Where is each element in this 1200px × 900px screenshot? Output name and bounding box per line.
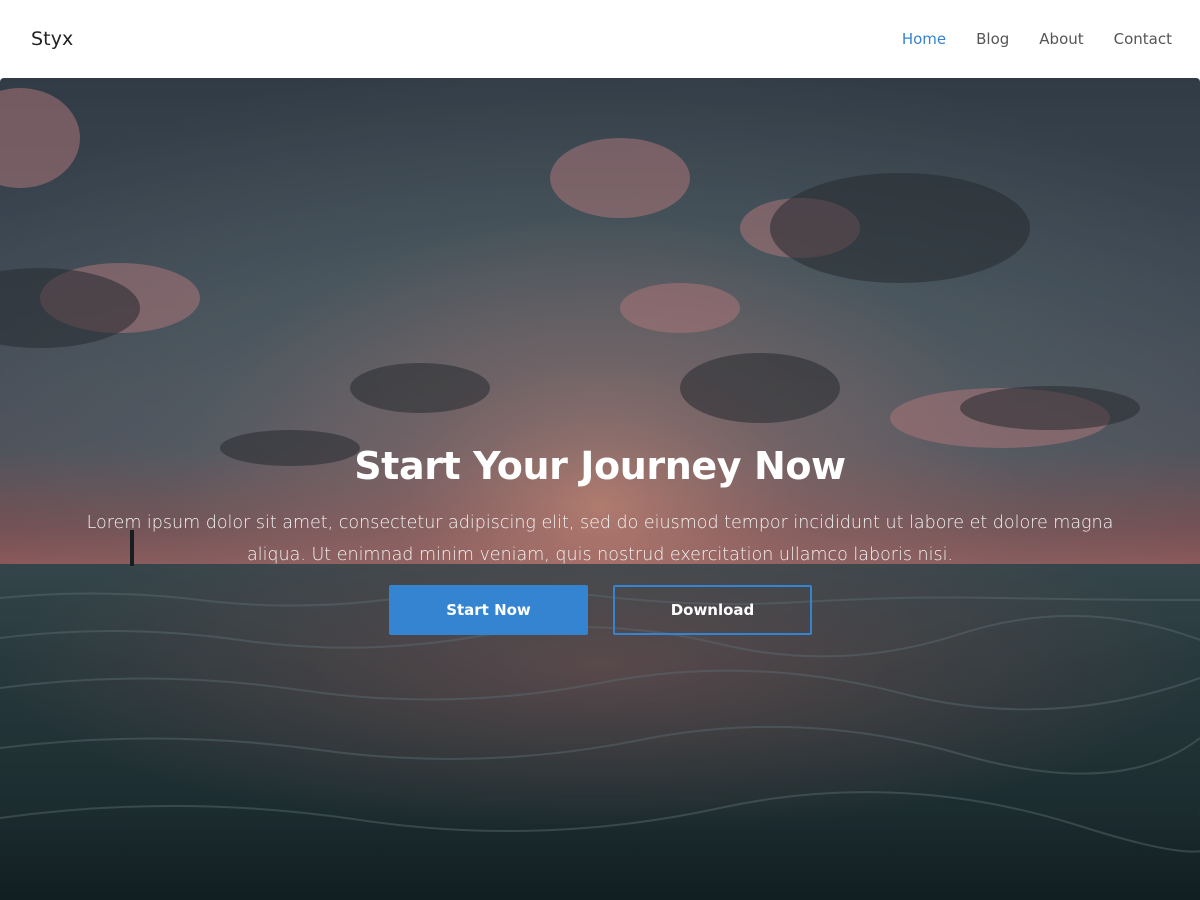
download-button[interactable]: Download — [613, 585, 812, 635]
hero-section: Start Your Journey Now Lorem ipsum dolor… — [0, 78, 1200, 900]
hero-content: Start Your Journey Now Lorem ipsum dolor… — [0, 78, 1200, 900]
hero-description: Lorem ipsum dolor sit amet, consectetur … — [86, 513, 1114, 565]
brand-logo[interactable]: Styx — [31, 28, 73, 50]
hero-title: Start Your Journey Now — [354, 444, 846, 488]
nav-link-about[interactable]: About — [1039, 30, 1083, 48]
nav-link-blog[interactable]: Blog — [976, 30, 1009, 48]
nav-link-contact[interactable]: Contact — [1114, 30, 1172, 48]
nav-links: Home Blog About Contact — [872, 30, 1172, 48]
start-now-button[interactable]: Start Now — [389, 585, 588, 635]
nav-link-home[interactable]: Home — [902, 30, 946, 48]
navbar: Styx Home Blog About Contact — [0, 0, 1200, 78]
